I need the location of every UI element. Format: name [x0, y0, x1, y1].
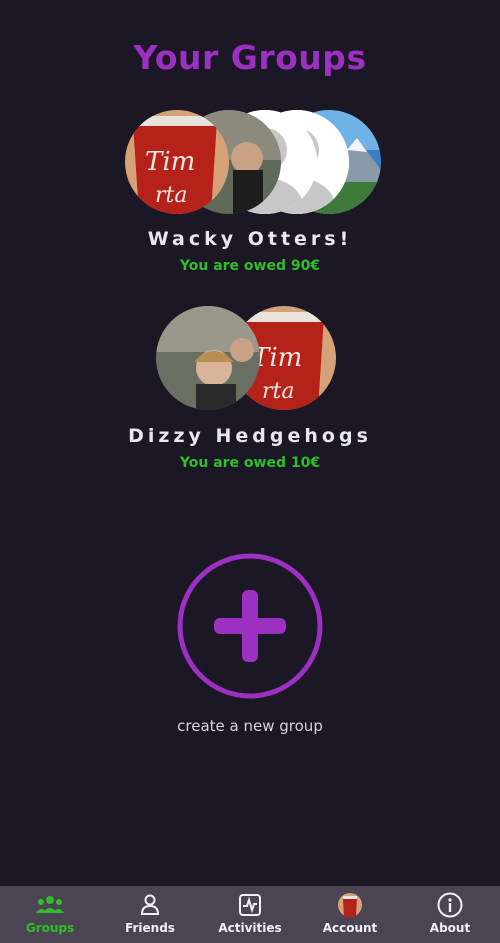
svg-text:Tim: Tim — [145, 147, 195, 177]
info-icon — [436, 892, 464, 918]
person-icon — [136, 892, 164, 918]
group-avatars: Tim rta — [156, 306, 336, 410]
create-group-label: create a new group — [177, 717, 323, 735]
svg-text:rta: rta — [262, 379, 294, 404]
bottom-navbar: Groups Friends Activities Account About — [0, 886, 500, 943]
groups-icon — [36, 892, 64, 918]
tim-hortons-cup-photo: Tim rta — [125, 110, 229, 214]
nav-label: Account — [322, 921, 378, 935]
account-avatar-icon — [336, 892, 364, 918]
plus-circle-icon — [177, 553, 323, 699]
group-owed-amount: You are owed 90€ — [179, 258, 321, 274]
activity-icon — [236, 892, 264, 918]
page-title: Your Groups — [133, 38, 367, 77]
selfie-photo — [156, 306, 260, 410]
group-name: Dizzy Hedgehogs — [128, 425, 372, 447]
nav-label: Activities — [218, 921, 282, 935]
create-group-button[interactable] — [176, 552, 324, 700]
nav-item-activities[interactable]: Activities — [200, 886, 300, 943]
nav-item-friends[interactable]: Friends — [100, 886, 200, 943]
nav-item-about[interactable]: About — [400, 886, 500, 943]
nav-label: Friends — [125, 921, 175, 935]
groups-screen: Your Groups Tim rta Wacky Otters! You ar… — [0, 0, 500, 943]
group-owed-amount: You are owed 10€ — [179, 455, 321, 471]
group-name: Wacky Otters! — [147, 228, 353, 250]
nav-label: About — [429, 921, 471, 935]
nav-item-account[interactable]: Account — [300, 886, 400, 943]
svg-text:rta: rta — [155, 183, 187, 208]
group-avatars: Tim rta — [125, 110, 381, 214]
nav-label: Groups — [25, 921, 75, 935]
nav-item-groups[interactable]: Groups — [0, 886, 100, 943]
